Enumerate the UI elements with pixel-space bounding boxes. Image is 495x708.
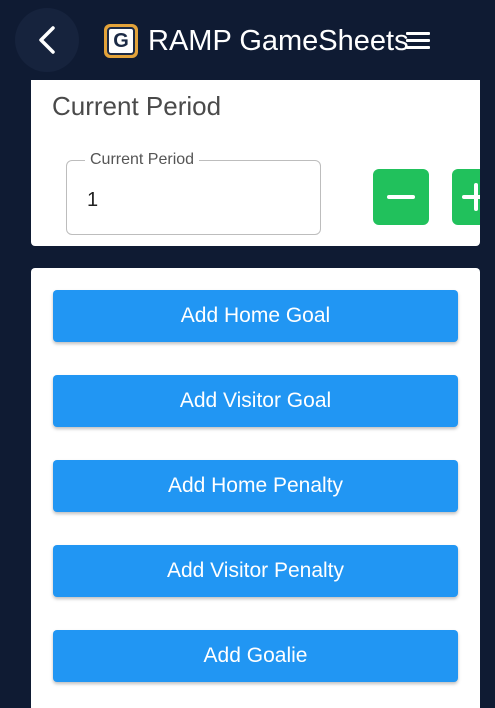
minus-icon	[387, 195, 415, 199]
app-title: RAMP GameSheets	[148, 25, 409, 57]
decrement-period-button[interactable]	[373, 169, 429, 225]
chevron-left-icon	[39, 26, 55, 54]
current-period-field-label: Current Period	[85, 150, 200, 170]
add-home-penalty-button[interactable]: Add Home Penalty	[53, 460, 458, 512]
actions-card: Add Home Goal Add Visitor Goal Add Home …	[31, 268, 480, 708]
period-heading: Current Period	[52, 91, 222, 121]
add-goalie-button[interactable]: Add Goalie	[53, 630, 458, 682]
hamburger-menu-icon[interactable]	[404, 28, 432, 52]
add-home-goal-button[interactable]: Add Home Goal	[53, 290, 458, 342]
back-button[interactable]	[15, 8, 79, 72]
current-period-input[interactable]	[87, 188, 287, 212]
current-period-card: Current Period Current Period	[31, 80, 480, 246]
add-visitor-goal-button[interactable]: Add Visitor Goal	[53, 375, 458, 427]
app-logo-letter: G	[107, 27, 135, 55]
add-visitor-penalty-button[interactable]: Add Visitor Penalty	[53, 545, 458, 597]
increment-period-button[interactable]	[452, 169, 480, 225]
current-period-field[interactable]: Current Period	[66, 150, 321, 235]
plus-icon	[462, 183, 480, 211]
app-logo-icon: G	[104, 24, 138, 58]
app-header: G RAMP GameSheets	[0, 0, 495, 80]
